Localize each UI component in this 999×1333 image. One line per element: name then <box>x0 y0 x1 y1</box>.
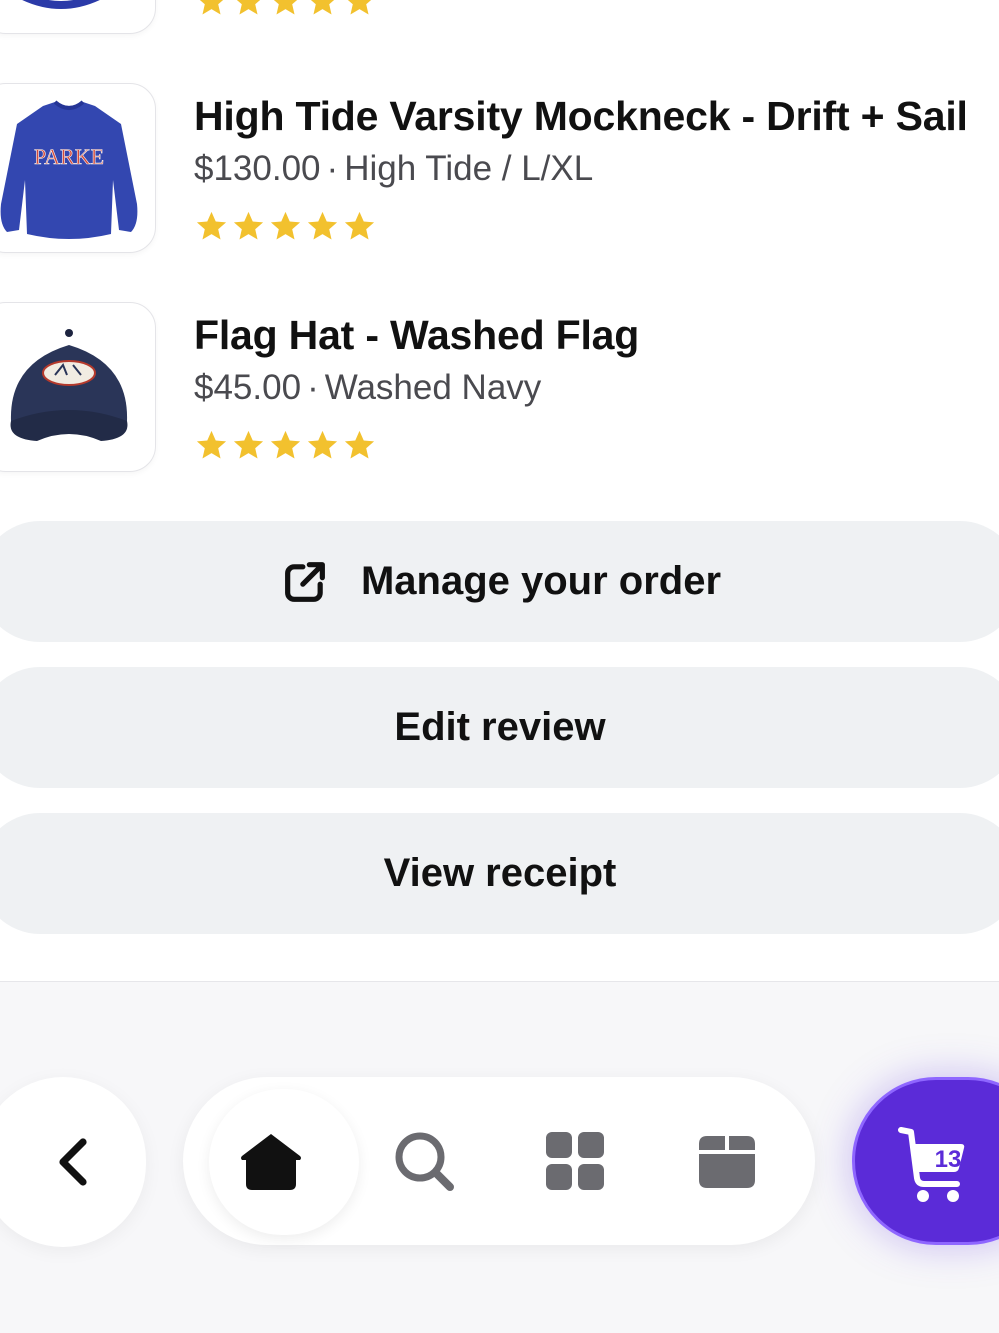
product-item: Flag Hat - Washed Flag $45.00 · Washed Nav… <box>0 302 999 482</box>
manage-order-button[interactable]: Manage your order <box>0 521 999 642</box>
external-link-icon <box>285 561 325 602</box>
product-meta: $130.00 · High Tide / L/XL <box>194 149 593 189</box>
rating-stars <box>194 209 377 249</box>
star-icon <box>196 211 227 240</box>
star-icon <box>199 0 224 15</box>
navy-sweatshirt-image <box>22 0 100 10</box>
star-icon <box>233 430 264 459</box>
product-thumbnail-partial[interactable] <box>0 0 156 34</box>
separator-dot: · <box>307 368 319 407</box>
product-meta: $45.00 · Washed Navy <box>194 368 541 408</box>
rating-stars-partial <box>194 0 377 24</box>
star-icon <box>347 0 372 15</box>
order-details-screen: PARKE High Tide Varsity Mockneck - Drift… <box>0 0 999 1333</box>
star-icon <box>344 211 375 240</box>
tab-search[interactable] <box>374 1111 474 1211</box>
product-price: $45.00 <box>194 368 302 407</box>
product-thumbnail[interactable]: PARKE <box>0 83 156 253</box>
view-receipt-button[interactable]: View receipt <box>0 813 999 934</box>
product-title[interactable]: Flag Hat - Washed Flag <box>194 312 639 359</box>
product-price: $130.00 <box>194 149 321 188</box>
star-icon <box>310 0 335 15</box>
star-icon <box>233 211 264 240</box>
edit-review-label: Edit review <box>394 705 606 749</box>
manage-order-label: Manage your order <box>360 559 722 603</box>
chevron-left-icon <box>59 1138 87 1186</box>
search-icon <box>395 1132 454 1191</box>
box-icon <box>699 1136 755 1188</box>
separator-dot: · <box>326 149 339 188</box>
star-icon <box>307 211 338 240</box>
product-variant: High Tide / L/XL <box>344 149 594 188</box>
star-icon <box>273 0 298 15</box>
product-thumbnail[interactable] <box>0 302 156 472</box>
star-icon <box>270 211 301 240</box>
rating-stars <box>194 428 377 468</box>
back-button[interactable] <box>0 1077 146 1247</box>
view-receipt-label: View receipt <box>383 851 617 895</box>
product-item: PARKE High Tide Varsity Mockneck - Drift… <box>0 83 999 263</box>
tab-home[interactable] <box>221 1111 321 1211</box>
tab-categories[interactable] <box>525 1111 625 1211</box>
grid-icon <box>546 1132 604 1190</box>
navy-cap-image <box>10 329 128 441</box>
home-icon <box>241 1134 301 1190</box>
product-title[interactable]: High Tide Varsity Mockneck - Drift + Sai… <box>194 93 968 140</box>
cart-button[interactable]: 13 <box>852 1077 999 1245</box>
star-icon <box>344 430 375 459</box>
star-icon <box>196 430 227 459</box>
tab-orders[interactable] <box>677 1111 777 1211</box>
cart-count-badge: 13 <box>934 1146 962 1173</box>
star-icon <box>270 430 301 459</box>
star-icon <box>307 430 338 459</box>
svg-text:PARKE: PARKE <box>34 144 104 169</box>
product-variant: Washed Navy <box>324 368 542 407</box>
navy-sweatshirt-image: PARKE <box>0 100 138 239</box>
edit-review-button[interactable]: Edit review <box>0 667 999 788</box>
bottom-tab-bar <box>183 1077 815 1245</box>
star-icon <box>236 0 261 15</box>
